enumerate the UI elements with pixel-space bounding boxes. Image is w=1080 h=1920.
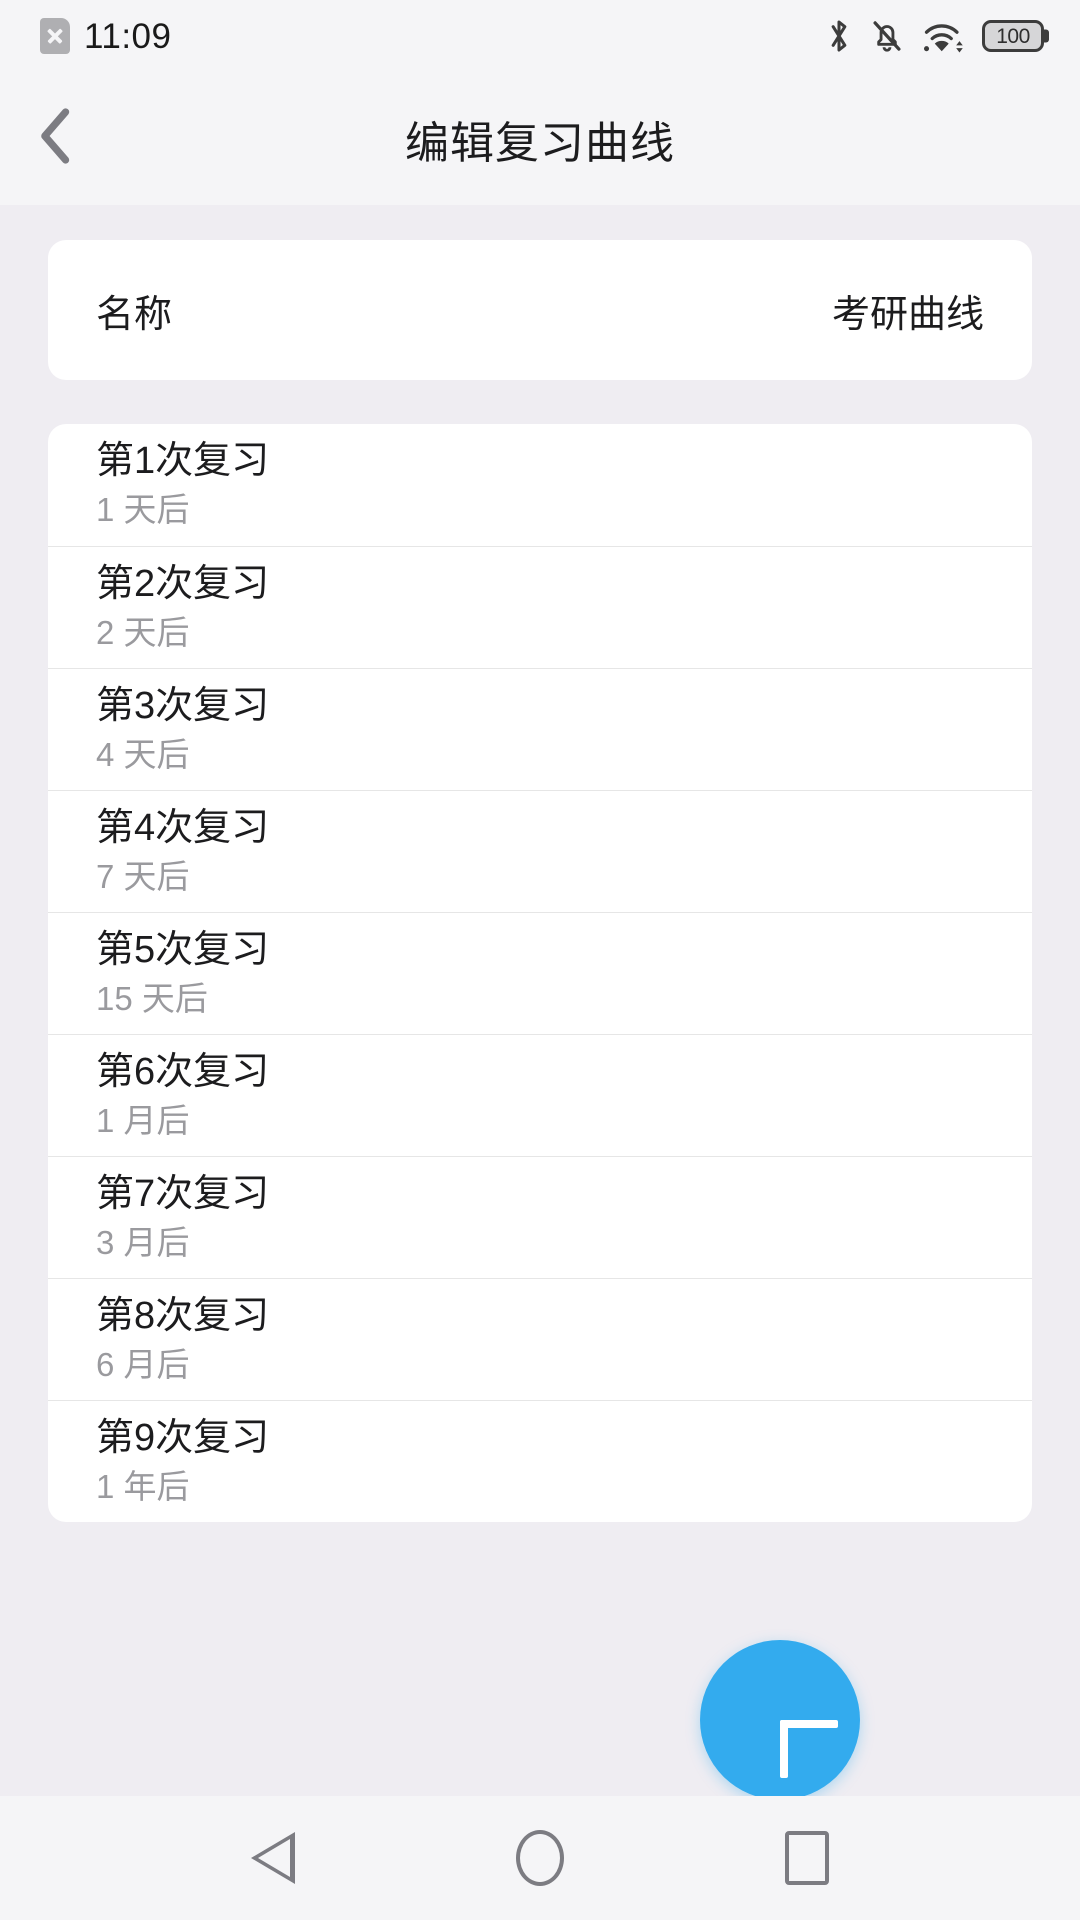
- content-area: 名称 考研曲线 第1次复习 1 天后 第2次复习 2 天后 第3次复习 4 天后…: [0, 205, 1080, 1796]
- nav-recents-button[interactable]: [747, 1813, 867, 1903]
- list-item[interactable]: 第7次复习 3 月后: [48, 1156, 1032, 1278]
- sim-card-off-icon: [40, 18, 70, 54]
- wifi-icon: [921, 17, 965, 55]
- list-item-title: 第8次复习: [96, 1294, 270, 1337]
- list-item-subtitle: 2 天后: [96, 613, 190, 651]
- name-card[interactable]: 名称 考研曲线: [48, 240, 1032, 380]
- list-item-title: 第6次复习: [96, 1050, 270, 1093]
- nav-home-button[interactable]: [480, 1813, 600, 1903]
- list-item[interactable]: 第9次复习 1 年后: [48, 1400, 1032, 1522]
- status-bar-right: 100: [825, 17, 1044, 55]
- list-item-subtitle: 3 月后: [96, 1223, 190, 1261]
- bluetooth-icon: [825, 17, 853, 55]
- battery-indicator: 100: [982, 20, 1044, 52]
- list-item-title: 第9次复习: [96, 1416, 270, 1459]
- list-item-title: 第3次复习: [96, 684, 270, 727]
- name-value[interactable]: 考研曲线: [832, 283, 984, 338]
- list-item[interactable]: 第2次复习 2 天后: [48, 546, 1032, 668]
- list-item-subtitle: 1 年后: [96, 1467, 190, 1505]
- page-title: 编辑复习曲线: [405, 118, 675, 168]
- nav-back-button[interactable]: [213, 1813, 333, 1903]
- list-item[interactable]: 第4次复习 7 天后: [48, 790, 1032, 912]
- list-item-title: 第1次复习: [96, 440, 270, 483]
- bell-muted-icon: [870, 17, 904, 55]
- back-button[interactable]: [18, 101, 94, 177]
- list-item-subtitle: 1 月后: [96, 1101, 190, 1139]
- status-bar: 11:09 100: [0, 0, 1080, 72]
- list-item-subtitle: 4 天后: [96, 735, 190, 773]
- status-bar-left: 11:09: [40, 18, 172, 54]
- list-item-subtitle: 6 月后: [96, 1345, 190, 1383]
- list-item[interactable]: 第5次复习 15 天后: [48, 912, 1032, 1034]
- list-item[interactable]: 第1次复习 1 天后: [48, 424, 1032, 546]
- list-item-title: 第4次复习: [96, 806, 270, 849]
- list-item-title: 第7次复习: [96, 1172, 270, 1215]
- list-item-title: 第2次复习: [96, 562, 270, 605]
- list-item-subtitle: 15 天后: [96, 979, 208, 1017]
- add-review-fab[interactable]: [700, 1640, 860, 1800]
- square-recents-icon: [784, 1831, 829, 1885]
- list-item[interactable]: 第6次复习 1 月后: [48, 1034, 1032, 1156]
- chevron-left-icon: [36, 104, 76, 173]
- android-nav-bar: [0, 1796, 1080, 1920]
- battery-level-label: 100: [996, 24, 1030, 48]
- list-item[interactable]: 第8次复习 6 月后: [48, 1278, 1032, 1400]
- list-item[interactable]: 第3次复习 4 天后: [48, 668, 1032, 790]
- circle-home-icon: [515, 1830, 564, 1886]
- name-label: 名称: [96, 293, 173, 336]
- app-bar: 编辑复习曲线: [0, 72, 1080, 205]
- list-item-subtitle: 7 天后: [96, 857, 190, 895]
- status-bar-clock: 11:09: [84, 16, 172, 56]
- triangle-back-icon: [251, 1832, 296, 1884]
- list-item-subtitle: 1 天后: [96, 491, 190, 529]
- review-list-card: 第1次复习 1 天后 第2次复习 2 天后 第3次复习 4 天后 第4次复习 7…: [48, 424, 1032, 1522]
- phone-screen: 11:09 100 编辑复习曲线 名称 考研曲线 第1次复习 1 天后 第2次复…: [0, 0, 1080, 1920]
- list-item-title: 第5次复习: [96, 928, 270, 971]
